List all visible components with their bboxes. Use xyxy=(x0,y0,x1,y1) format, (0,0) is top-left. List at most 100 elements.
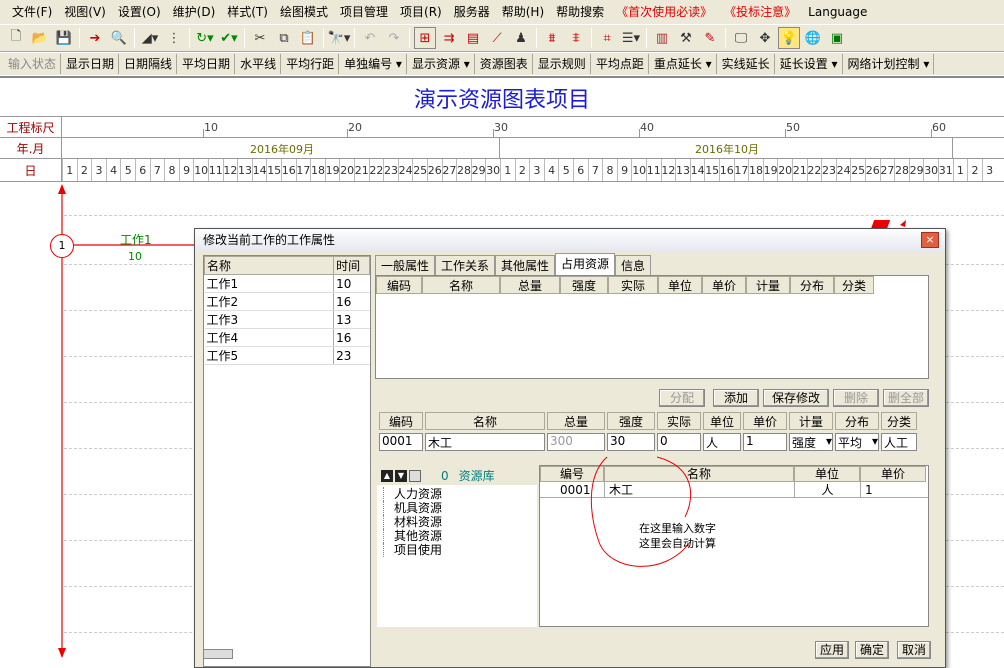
tree-item[interactable]: 人力资源 xyxy=(383,487,537,501)
view-toolbar-item-0[interactable]: 输入状态 xyxy=(4,54,62,74)
indent-icon[interactable]: ⋮ xyxy=(163,27,185,49)
task-col-time[interactable]: 时间 xyxy=(333,256,370,275)
apply-button[interactable]: 应用 xyxy=(815,641,849,659)
dialog-titlebar[interactable]: 修改当前工作的工作属性 × xyxy=(195,229,945,251)
edit-price-field[interactable]: 1 xyxy=(743,433,787,451)
task-row[interactable]: 工作1 10 xyxy=(204,274,370,293)
menu-item-10[interactable]: 帮助搜索 xyxy=(550,0,610,24)
menu-item-8[interactable]: 服务器 xyxy=(448,0,496,24)
menu-item-1[interactable]: 视图(V) xyxy=(58,0,112,24)
view-toolbar-item-1[interactable]: 显示日期 xyxy=(62,54,120,74)
split-icon[interactable]: ⩨ xyxy=(565,27,587,49)
edit-name-field[interactable]: 木工 xyxy=(425,433,545,451)
tree-item[interactable]: 材料资源 xyxy=(383,515,537,529)
res-col-header[interactable]: 总量 xyxy=(500,276,560,294)
menu-item-7[interactable]: 项目(R) xyxy=(394,0,448,24)
network-view-icon[interactable]: ⊞ xyxy=(414,27,436,49)
chart-edit-icon[interactable]: ⌗ xyxy=(596,27,618,49)
link-icon[interactable]: ⩩ xyxy=(541,27,563,49)
menu-item-5[interactable]: 绘图模式 xyxy=(274,0,334,24)
res-col-header[interactable]: 分类 xyxy=(834,276,874,294)
menu-item-11[interactable]: 《首次使用必读》 xyxy=(610,0,718,24)
delete-all-button[interactable]: 删全部 xyxy=(883,389,929,407)
bulb-icon[interactable]: 💡 xyxy=(778,27,800,49)
export-icon[interactable]: ➔ xyxy=(84,27,106,49)
view-toolbar-item-4[interactable]: 水平线 xyxy=(236,54,282,74)
save-changes-button[interactable]: 保存修改 xyxy=(763,389,829,407)
add-button[interactable]: 添加 xyxy=(713,389,759,407)
distribution-select[interactable]: 平均 ▾ xyxy=(835,433,879,451)
res-col-header[interactable]: 分布 xyxy=(790,276,834,294)
paste-icon[interactable]: 📋 xyxy=(297,27,319,49)
cut-icon[interactable]: ✂ xyxy=(249,27,271,49)
task-col-name[interactable]: 名称 xyxy=(203,256,335,275)
align-icon[interactable]: ☰▾ xyxy=(620,27,642,49)
tab-1[interactable]: 工作关系 xyxy=(435,255,496,275)
fill-icon[interactable]: ◢▾ xyxy=(139,27,161,49)
cancel-button[interactable]: 取消 xyxy=(897,641,931,659)
close-button[interactable]: × xyxy=(921,232,939,248)
view-toolbar-item-13[interactable]: 延长设置 ▾ xyxy=(776,54,843,74)
view-toolbar-item-5[interactable]: 平均行距 xyxy=(282,54,340,74)
check-icon[interactable]: ✔▾ xyxy=(218,27,240,49)
tools-icon[interactable]: ⚒ xyxy=(675,27,697,49)
resource-icon[interactable]: ♟ xyxy=(510,27,532,49)
tab-2[interactable]: 其他属性 xyxy=(495,255,556,275)
tree-item[interactable]: 其他资源 xyxy=(383,529,537,543)
curve-icon[interactable]: ⟋ xyxy=(486,27,508,49)
edit-pen-icon[interactable]: ✎ xyxy=(699,27,721,49)
copy-icon[interactable]: ⧉ xyxy=(273,27,295,49)
edit-category-field[interactable]: 人工 xyxy=(881,433,917,451)
measure-select[interactable]: 强度 ▾ xyxy=(789,433,833,451)
task-row[interactable]: 工作4 16 xyxy=(204,328,370,347)
view-toolbar-item-7[interactable]: 显示资源 ▾ xyxy=(408,54,475,74)
menu-item-0[interactable]: 文件(F) xyxy=(6,0,58,24)
find-icon[interactable]: 🔭▾ xyxy=(328,27,351,49)
node-1[interactable]: 1 xyxy=(50,234,74,258)
res-col-header[interactable]: 单位 xyxy=(658,276,702,294)
view-toolbar-item-14[interactable]: 网络计划控制 ▾ xyxy=(844,54,935,74)
task-row[interactable]: 工作2 16 xyxy=(204,292,370,311)
library-col-header[interactable]: 单位 xyxy=(794,466,860,482)
view-toolbar-item-9[interactable]: 显示规则 xyxy=(534,54,591,74)
timeline-icon[interactable]: ▤ xyxy=(462,27,484,49)
res-col-header[interactable]: 计量 xyxy=(746,276,790,294)
new-file-icon[interactable]: 🗋 xyxy=(5,27,27,49)
menu-item-13[interactable]: Language xyxy=(802,0,873,24)
menu-item-4[interactable]: 样式(T) xyxy=(221,0,274,24)
move-up-icon[interactable]: ▲ xyxy=(381,469,393,482)
view-toolbar-item-11[interactable]: 重点延长 ▾ xyxy=(650,54,717,74)
move-icon[interactable]: ✥ xyxy=(754,27,776,49)
res-col-header[interactable]: 实际 xyxy=(608,276,658,294)
tree-item[interactable]: 机具资源 xyxy=(383,501,537,515)
print-preview-icon[interactable]: 🔍 xyxy=(108,27,130,49)
library-icon[interactable]: ▥ xyxy=(651,27,673,49)
task-row[interactable]: 工作3 13 xyxy=(204,310,370,329)
tab-0[interactable]: 一般属性 xyxy=(375,255,436,275)
tab-4[interactable]: 信息 xyxy=(615,255,652,275)
monitor-icon[interactable]: 🖵 xyxy=(730,27,752,49)
tree-item[interactable]: 项目使用 xyxy=(383,543,537,557)
gantt-icon[interactable]: ⇉ xyxy=(438,27,460,49)
undo-icon[interactable]: ↶ xyxy=(359,27,381,49)
refresh-icon[interactable]: ↻▾ xyxy=(194,27,216,49)
tab-3[interactable]: 占用资源 xyxy=(555,253,616,275)
menu-item-9[interactable]: 帮助(H) xyxy=(496,0,550,24)
assign-button[interactable]: 分配 xyxy=(659,389,705,407)
view-toolbar-item-12[interactable]: 实线延长 xyxy=(718,54,775,74)
menu-item-3[interactable]: 维护(D) xyxy=(167,0,222,24)
menu-item-12[interactable]: 《投标注意》 xyxy=(718,0,802,24)
view-toolbar-item-2[interactable]: 日期隔线 xyxy=(120,54,178,74)
view-toolbar-item-6[interactable]: 单独编号 ▾ xyxy=(340,54,407,74)
task-row[interactable]: 工作5 23 xyxy=(204,346,370,365)
move-down-icon[interactable]: ▼ xyxy=(395,469,407,482)
res-col-header[interactable]: 单价 xyxy=(702,276,746,294)
menu-item-2[interactable]: 设置(O) xyxy=(112,0,167,24)
save-icon[interactable]: 💾 xyxy=(53,27,75,49)
library-col-header[interactable]: 单价 xyxy=(860,466,926,482)
view-toolbar-item-10[interactable]: 平均点距 xyxy=(592,54,649,74)
edit-code-field[interactable]: 0001 xyxy=(379,433,423,451)
work-name-label[interactable]: 工作1 xyxy=(120,231,152,248)
globe-icon[interactable]: 🌐 xyxy=(802,27,824,49)
open-folder-icon[interactable]: 📂 xyxy=(29,27,51,49)
